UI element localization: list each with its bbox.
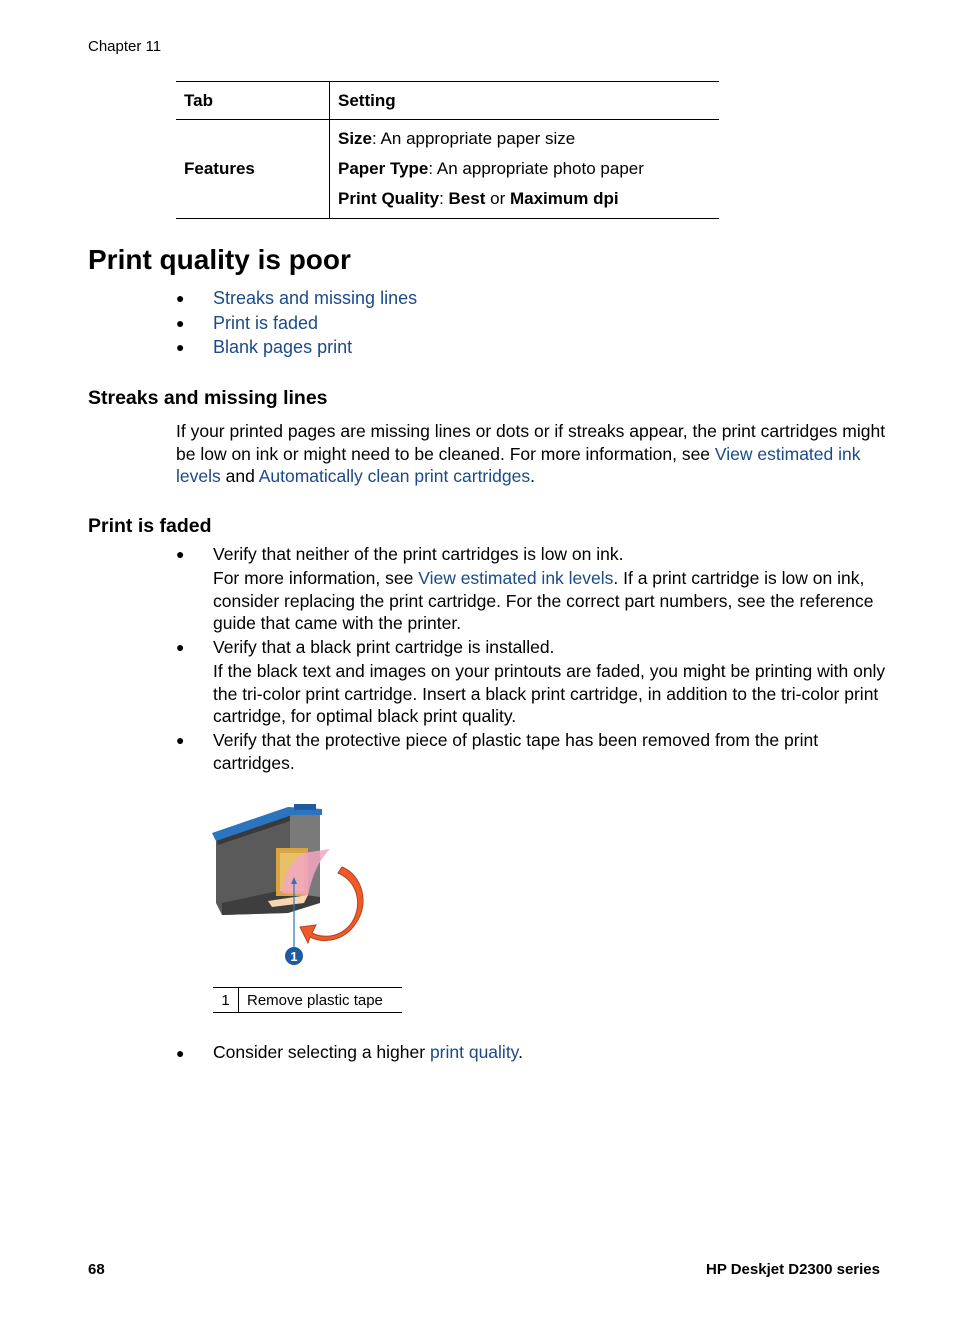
setting-value: An appropriate photo paper (436, 159, 644, 178)
streaks-heading: Streaks and missing lines (88, 387, 328, 409)
cartridge-illustration: 1 (208, 803, 368, 968)
caption-row: 1 Remove plastic tape (213, 987, 402, 1013)
list-item: ● Verify that a black print cartridge is… (176, 636, 886, 727)
toc-item: ● Blank pages print (176, 335, 417, 360)
bullet-icon: ● (176, 339, 185, 355)
setting-label: Print Quality (338, 189, 440, 208)
caption-number: 1 (213, 987, 239, 1013)
toc-link-streaks[interactable]: Streaks and missing lines (213, 288, 417, 308)
table-cell-settings: Size: An appropriate paper size Paper Ty… (330, 120, 720, 219)
streaks-text-and: and (220, 466, 259, 486)
table-header-setting: Setting (338, 90, 396, 110)
toc-item: ● Print is faded (176, 311, 417, 336)
callout-number: 1 (290, 949, 297, 964)
figure-caption-table: 1 Remove plastic tape (213, 987, 402, 1013)
table-row: Features Size: An appropriate paper size… (176, 119, 720, 219)
setting-value-max-dpi: Maximum dpi (509, 189, 619, 208)
link-view-ink-levels-2[interactable]: View estimated ink levels (418, 568, 613, 588)
toc-list: ● Streaks and missing lines ● Print is fad… (176, 286, 417, 360)
item-detail: If the black text and images on your pri… (213, 661, 886, 727)
link-clean-cartridges[interactable]: Automatically clean print cartridges (259, 466, 530, 486)
setting-label: Paper Type (338, 159, 429, 178)
bullet-icon: ● (176, 732, 185, 749)
section-title: Print quality is poor (88, 244, 351, 275)
list-item: ● Verify that the protective piece of pl… (176, 729, 886, 774)
setting-size: Size: An appropriate paper size (338, 124, 711, 154)
item-text: Verify that the protective piece of plas… (213, 730, 819, 773)
item-text: Verify that a black print cartridge is i… (213, 637, 555, 658)
bullet-icon: ● (176, 639, 185, 656)
item-text: Consider selecting a higher (213, 1042, 430, 1062)
setting-separator: : (428, 159, 437, 178)
setting-paper-type: Paper Type: An appropriate photo paper (338, 154, 711, 184)
setting-separator: : (439, 189, 449, 208)
setting-print-quality: Print Quality: Best or Maximum dpi (338, 184, 711, 214)
bullet-icon: ● (176, 546, 185, 562)
faded-heading: Print is faded (88, 515, 212, 537)
table-cell-tab: Features (176, 119, 330, 219)
bullet-icon: ● (176, 1045, 185, 1061)
setting-separator: : (372, 129, 381, 148)
link-print-quality[interactable]: print quality (430, 1042, 518, 1062)
product-name: HP Deskjet D2300 series (705, 1261, 880, 1278)
list-item-print-quality: ● Consider selecting a higher print qual… (176, 1042, 523, 1063)
print-cartridge-icon: 1 (212, 804, 364, 965)
list-item: ● Verify that neither of the print cartr… (176, 543, 886, 634)
setting-label: Size (338, 129, 373, 148)
streaks-text-end: . (530, 466, 535, 486)
setting-value: An appropriate paper size (380, 129, 576, 148)
table-header-tab: Tab (176, 81, 330, 120)
chapter-label: Chapter 11 (88, 38, 162, 55)
item-text: Verify that neither of the print cartrid… (213, 544, 624, 564)
bullet-icon: ● (176, 290, 185, 306)
setting-value-or: or (485, 189, 510, 208)
caption-text: Remove plastic tape (247, 991, 383, 1009)
item-text-end: . (518, 1042, 524, 1062)
table-header-row: Tab Setting (176, 81, 719, 120)
settings-table: Tab Setting Features Size: An appropriat… (176, 81, 719, 219)
bullet-icon: ● (176, 314, 185, 331)
item-detail: For more information, see View estimated… (213, 567, 886, 634)
streaks-paragraph: If your printed pages are missing lines … (176, 420, 886, 488)
detail-text: For more information, see (213, 568, 419, 589)
toc-item: ● Streaks and missing lines (176, 286, 417, 311)
setting-value-best: Best (448, 189, 486, 208)
toc-link-faded[interactable]: Print is faded (213, 313, 318, 333)
toc-link-blank-pages[interactable]: Blank pages print (213, 337, 352, 357)
page-number: 68 (88, 1261, 105, 1278)
faded-list: ● Verify that neither of the print cartr… (176, 543, 886, 776)
